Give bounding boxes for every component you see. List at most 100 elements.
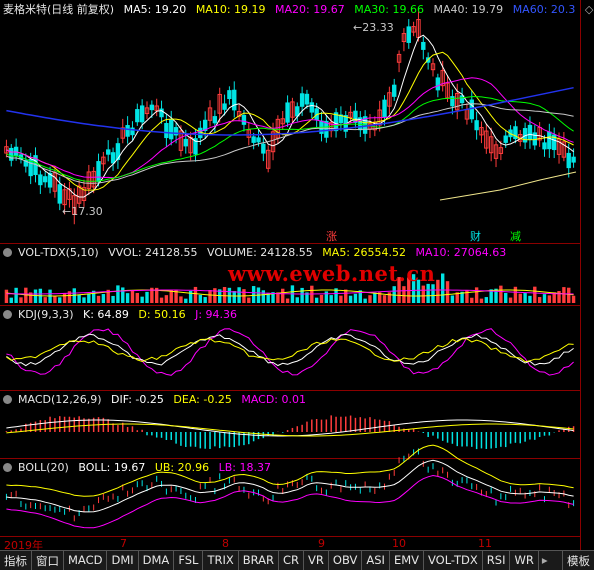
tab-template[interactable]: 模板 xyxy=(562,551,594,570)
kdj-j: J: 94.36 xyxy=(195,308,238,321)
boll-settings-icon[interactable] xyxy=(3,463,12,472)
candlestick xyxy=(406,26,411,43)
volume-bar xyxy=(479,298,484,303)
tab-cr[interactable]: CR xyxy=(279,551,305,570)
tab-wr[interactable]: WR xyxy=(510,551,539,570)
macd-dif: DIF: -0.25 xyxy=(111,393,164,406)
volume-bar xyxy=(19,297,23,303)
volume-bar xyxy=(82,297,86,303)
boll-ub: UB: 20.96 xyxy=(154,461,210,474)
candlestick xyxy=(503,135,508,143)
volume-bar xyxy=(145,291,149,303)
candlestick xyxy=(96,161,101,182)
axis-label-jul: 7 xyxy=(120,537,127,550)
kdj-d-line xyxy=(6,338,574,363)
volume-bar xyxy=(339,295,343,303)
volume-bar xyxy=(465,289,469,303)
volume-bar xyxy=(426,283,430,303)
macd-dif-line xyxy=(6,419,574,437)
tab-vr[interactable]: VR xyxy=(304,551,329,570)
volume-bar xyxy=(373,292,377,303)
volume-bar xyxy=(135,292,140,303)
ma40-line xyxy=(6,103,574,184)
event-marker-finance[interactable]: 财 xyxy=(470,228,481,244)
volume-bar xyxy=(285,298,290,303)
tab-window[interactable]: 窗口 xyxy=(32,551,64,570)
scroll-tabs-icon[interactable]: ▸ xyxy=(539,551,551,570)
volume-bar xyxy=(518,293,522,303)
volume-bar xyxy=(121,287,125,303)
tab-emv[interactable]: EMV xyxy=(390,551,424,570)
macd-dea: DEA: -0.25 xyxy=(173,393,232,406)
volume-bar xyxy=(164,295,169,303)
candlestick xyxy=(527,124,533,140)
tab-fsl[interactable]: FSL xyxy=(174,551,204,570)
candlestick xyxy=(299,93,305,107)
candlestick xyxy=(571,156,576,163)
candlestick xyxy=(135,109,140,123)
tab-vol-tdx[interactable]: VOL-TDX xyxy=(424,551,483,570)
kdj-k: K: 64.89 xyxy=(83,308,129,321)
candlestick xyxy=(547,131,552,150)
volume-bar xyxy=(450,295,455,303)
tab-brar[interactable]: BRAR xyxy=(239,551,280,570)
kdj-d: D: 50.16 xyxy=(138,308,186,321)
volume-bar xyxy=(179,296,183,303)
volume-bar xyxy=(4,289,9,303)
volume-bar xyxy=(130,290,135,303)
candlestick xyxy=(285,102,290,123)
event-marker-reduce[interactable]: 减 xyxy=(510,228,521,244)
candlestick xyxy=(435,77,441,91)
volume-bar xyxy=(53,296,57,303)
volume-bar xyxy=(203,297,207,303)
volume-bar xyxy=(329,295,333,303)
axis-label-oct: 10 xyxy=(392,537,406,550)
volume-bar xyxy=(43,297,47,303)
tab-obv[interactable]: OBV xyxy=(329,551,363,570)
volume-bar xyxy=(247,297,251,303)
volume-bar xyxy=(87,293,91,303)
volume-bar xyxy=(261,290,266,303)
candlestick xyxy=(392,84,397,97)
volume-bar xyxy=(62,292,67,303)
volume-bar xyxy=(499,285,503,303)
volume-bar xyxy=(198,294,203,303)
candlestick xyxy=(474,120,479,131)
tab-rsi[interactable]: RSI xyxy=(483,551,511,570)
volume-bar xyxy=(508,297,513,303)
volume-bar xyxy=(504,292,508,303)
candlestick xyxy=(125,125,130,137)
tab-macd[interactable]: MACD xyxy=(64,551,108,570)
candlestick xyxy=(566,152,571,169)
volume-bar xyxy=(474,287,479,303)
vol-header: VOL-TDX(5,10) VVOL: 24128.55 VOLUME: 241… xyxy=(3,246,512,259)
candlestick xyxy=(333,112,339,132)
tab-trix[interactable]: TRIX xyxy=(203,551,239,570)
candlestick xyxy=(421,41,426,50)
volume-bar xyxy=(557,290,561,303)
candlestick xyxy=(164,123,169,139)
macd-settings-icon[interactable] xyxy=(3,395,12,404)
boll-header: BOLL(20) BOLL: 19.67 UB: 20.96 LB: 18.37 xyxy=(3,461,277,474)
kdj-name: KDJ(9,3,3) xyxy=(18,308,74,321)
vol-vvol: VVOL: 24128.55 xyxy=(108,246,198,259)
ma10-line xyxy=(6,51,574,191)
candlestick xyxy=(149,104,155,111)
tab-dmi[interactable]: DMI xyxy=(107,551,139,570)
volume-bar xyxy=(77,294,81,303)
vol-ma5: MA5: 26554.52 xyxy=(322,246,406,259)
event-marker-up[interactable]: 涨 xyxy=(326,228,337,244)
tab-indicator[interactable]: 指标 xyxy=(0,551,32,570)
tab-dma[interactable]: DMA xyxy=(139,551,175,570)
candlestick xyxy=(222,103,227,110)
macd-header: MACD(12,26,9) DIF: -0.25 DEA: -0.25 MACD… xyxy=(3,393,312,406)
tab-asi[interactable]: ASI xyxy=(362,551,390,570)
kdj-settings-icon[interactable] xyxy=(3,310,12,319)
candlestick xyxy=(110,152,116,164)
volume-bar xyxy=(348,295,353,303)
vol-settings-icon[interactable] xyxy=(3,248,12,257)
volume-bar xyxy=(445,281,450,303)
volume-bar xyxy=(431,284,435,303)
candlestick xyxy=(256,137,261,143)
macd-name: MACD(12,26,9) xyxy=(18,393,102,406)
